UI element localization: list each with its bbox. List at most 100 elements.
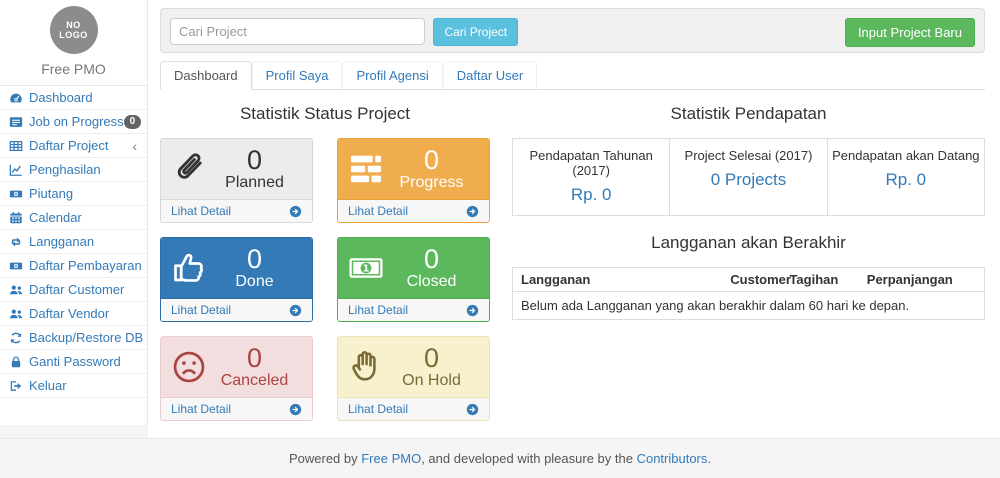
sidebar-item-daftar-customer[interactable]: Daftar Customer bbox=[0, 278, 147, 302]
sidebar-item-langganan[interactable]: Langganan bbox=[0, 230, 147, 254]
app-name: Free PMO bbox=[0, 61, 147, 77]
sidebar-item-calendar[interactable]: Calendar bbox=[0, 206, 147, 230]
table-icon bbox=[8, 139, 24, 153]
sidebar-item-ganti-password[interactable]: Ganti Password bbox=[0, 350, 147, 374]
lihat-detail-link[interactable]: Lihat Detail bbox=[338, 199, 489, 222]
contributors-link[interactable]: Contributors bbox=[637, 451, 708, 466]
subscription-table: Langganan Customer Tagihan Perpanjangan … bbox=[512, 267, 985, 320]
status-label: On Hold bbox=[384, 372, 479, 390]
tasks-list-icon bbox=[8, 115, 24, 129]
refresh-icon bbox=[8, 331, 24, 345]
status-count: 0 bbox=[207, 245, 302, 273]
status-card-progress: 0 Progress Lihat Detail bbox=[337, 138, 490, 223]
status-count: 0 bbox=[384, 344, 479, 372]
users-icon bbox=[8, 283, 24, 297]
status-count: 0 bbox=[207, 344, 302, 372]
line-chart-icon bbox=[8, 163, 24, 177]
income-stat-pendapatan-tahunan-2017: Pendapatan Tahunan (2017) Rp. 0 bbox=[513, 139, 670, 215]
thumbs-up-icon bbox=[171, 250, 207, 286]
column-header-customer: Customer bbox=[730, 272, 789, 287]
sidebar-item-daftar-project[interactable]: Daftar Project ‹ bbox=[0, 134, 147, 158]
brand: NO LOGO Free PMO bbox=[0, 0, 147, 86]
status-count: 0 bbox=[384, 146, 479, 174]
arrow-circle-right-icon bbox=[466, 304, 479, 317]
paperclip-icon bbox=[171, 151, 207, 187]
tab-profil-saya: Profil Saya bbox=[252, 61, 343, 90]
no-logo-badge: NO LOGO bbox=[50, 6, 98, 54]
free-pmo-link[interactable]: Free PMO bbox=[361, 451, 421, 466]
status-count: 0 bbox=[384, 245, 479, 273]
column-header-langganan: Langganan bbox=[521, 272, 730, 287]
sidebar-item-dashboard[interactable]: Dashboard bbox=[0, 86, 147, 110]
sidebar-menu: Dashboard Job on Progress 0 Daftar Proje… bbox=[0, 86, 147, 398]
arrow-circle-right-icon bbox=[289, 205, 302, 218]
arrow-circle-right-icon bbox=[289, 403, 302, 416]
status-card-done: 0 Done Lihat Detail bbox=[160, 237, 313, 322]
frown-icon bbox=[171, 349, 207, 385]
column-header-perpanjangan: Perpanjangan bbox=[867, 272, 953, 287]
sidebar-item-piutang[interactable]: Piutang bbox=[0, 182, 147, 206]
search-panel: Cari Project Input Project Baru bbox=[160, 8, 985, 53]
money-icon bbox=[8, 259, 24, 273]
lihat-detail-link[interactable]: Lihat Detail bbox=[338, 298, 489, 321]
sidebar-item-daftar-vendor[interactable]: Daftar Vendor bbox=[0, 302, 147, 326]
column-header-tagihan: Tagihan bbox=[789, 272, 866, 287]
sidebar: NO LOGO Free PMO Dashboard Job on Progre… bbox=[0, 0, 148, 438]
dashboard-icon bbox=[8, 91, 24, 105]
status-label: Canceled bbox=[207, 372, 302, 390]
svg-text:1: 1 bbox=[363, 264, 370, 275]
lihat-detail-link[interactable]: Lihat Detail bbox=[338, 397, 489, 420]
status-card-planned: 0 Planned Lihat Detail bbox=[160, 138, 313, 223]
sidebar-item-penghasilan[interactable]: Penghasilan bbox=[0, 158, 147, 182]
main-panel: Cari Project Input Project Baru Dashboar… bbox=[148, 0, 1000, 438]
status-label: Progress bbox=[384, 174, 479, 192]
tab-bar: Dashboard Profil Saya Profil Agensi Daft… bbox=[160, 61, 985, 90]
arrow-circle-right-icon bbox=[466, 403, 479, 416]
count-badge: 0 bbox=[124, 115, 142, 129]
sidebar-item-job-on-progress[interactable]: Job on Progress 0 bbox=[0, 110, 147, 134]
sidebar-item-backup-restore-db[interactable]: Backup/Restore DB bbox=[0, 326, 147, 350]
new-project-button[interactable]: Input Project Baru bbox=[845, 18, 975, 47]
status-card-on-hold: 0 On Hold Lihat Detail bbox=[337, 336, 490, 421]
search-button[interactable]: Cari Project bbox=[433, 18, 518, 46]
calendar-icon bbox=[8, 211, 24, 225]
angle-left-icon: ‹ bbox=[132, 140, 139, 152]
sign-out-icon bbox=[8, 379, 24, 393]
status-card-closed: 1 0 Closed Lihat Detail bbox=[337, 237, 490, 322]
page-footer: Powered by Free PMO, and developed with … bbox=[0, 438, 1000, 478]
lihat-detail-link[interactable]: Lihat Detail bbox=[161, 298, 312, 321]
arrow-circle-right-icon bbox=[289, 304, 302, 317]
money-bill-icon: 1 bbox=[348, 250, 384, 286]
status-count: 0 bbox=[207, 146, 302, 174]
empty-message: Belum ada Langganan yang akan berakhir d… bbox=[513, 292, 984, 319]
arrow-circle-right-icon bbox=[466, 205, 479, 218]
retweet-icon bbox=[8, 235, 24, 249]
status-cards: 0 Planned Lihat Detail bbox=[160, 138, 490, 421]
status-label: Planned bbox=[207, 174, 302, 192]
income-stat-pendapatan-akan-datang: Pendapatan akan Datang Rp. 0 bbox=[828, 139, 984, 215]
progress-bars-icon bbox=[348, 151, 384, 187]
dashboard-content: Statistik Status Project 0 Planned L bbox=[160, 104, 985, 421]
income-stat-project-selesai-2017: Project Selesai (2017) 0 Projects bbox=[670, 139, 827, 215]
hand-stop-icon bbox=[348, 349, 384, 385]
status-column: Statistik Status Project 0 Planned L bbox=[160, 104, 490, 421]
sidebar-item-keluar[interactable]: Keluar bbox=[0, 374, 147, 398]
income-section-title: Statistik Pendapatan bbox=[512, 104, 985, 124]
status-section-title: Statistik Status Project bbox=[160, 104, 490, 124]
users-icon bbox=[8, 307, 24, 321]
status-card-canceled: 0 Canceled Lihat Detail bbox=[160, 336, 313, 421]
subscription-table-header: Langganan Customer Tagihan Perpanjangan bbox=[513, 268, 984, 292]
income-column: Statistik Pendapatan Pendapatan Tahunan … bbox=[512, 104, 985, 421]
lihat-detail-link[interactable]: Lihat Detail bbox=[161, 397, 312, 420]
tab-daftar-user: Daftar User bbox=[443, 61, 537, 90]
status-label: Closed bbox=[384, 273, 479, 291]
search-input[interactable] bbox=[170, 18, 425, 45]
lihat-detail-link[interactable]: Lihat Detail bbox=[161, 199, 312, 222]
sidebar-item-daftar-pembayaran[interactable]: Daftar Pembayaran bbox=[0, 254, 147, 278]
subscription-section-title: Langganan akan Berakhir bbox=[512, 233, 985, 253]
lock-icon bbox=[8, 355, 24, 369]
tab-dashboard: Dashboard bbox=[160, 61, 252, 90]
status-label: Done bbox=[207, 273, 302, 291]
money-icon bbox=[8, 187, 24, 201]
tab-profil-agensi: Profil Agensi bbox=[342, 61, 442, 90]
